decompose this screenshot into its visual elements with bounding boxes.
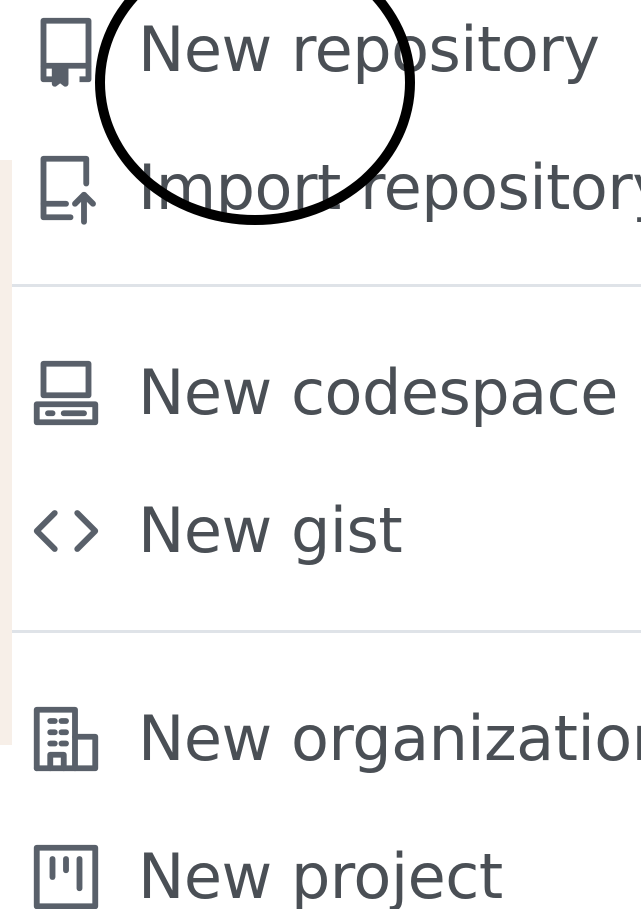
repo-push-icon [30, 152, 102, 225]
organization-icon [30, 703, 102, 775]
project-icon [30, 841, 102, 909]
menu-divider [12, 284, 641, 287]
menu-divider [12, 630, 641, 633]
repo-icon [30, 14, 102, 87]
menu-item-new-organization[interactable]: New organization [0, 684, 641, 794]
codespaces-icon [30, 357, 102, 429]
menu-item-label: New organization [138, 702, 641, 775]
menu-item-label: New gist [138, 494, 403, 567]
menu-item-label: New project [138, 840, 503, 909]
menu-item-new-project[interactable]: New project [0, 822, 641, 909]
menu-item-import-repository[interactable]: Import repository [0, 133, 641, 243]
menu-item-new-repository[interactable]: New repository [0, 0, 641, 105]
create-menu: New repository Import repository New cod… [0, 0, 641, 909]
menu-item-new-gist[interactable]: New gist [0, 476, 641, 586]
code-icon [30, 495, 102, 567]
menu-item-label: New codespace [138, 356, 618, 429]
menu-item-new-codespace[interactable]: New codespace [0, 338, 641, 448]
menu-item-label: Import repository [138, 151, 641, 224]
create-new-dropdown: New repository Import repository New cod… [0, 0, 641, 909]
menu-item-label: New repository [138, 13, 600, 86]
